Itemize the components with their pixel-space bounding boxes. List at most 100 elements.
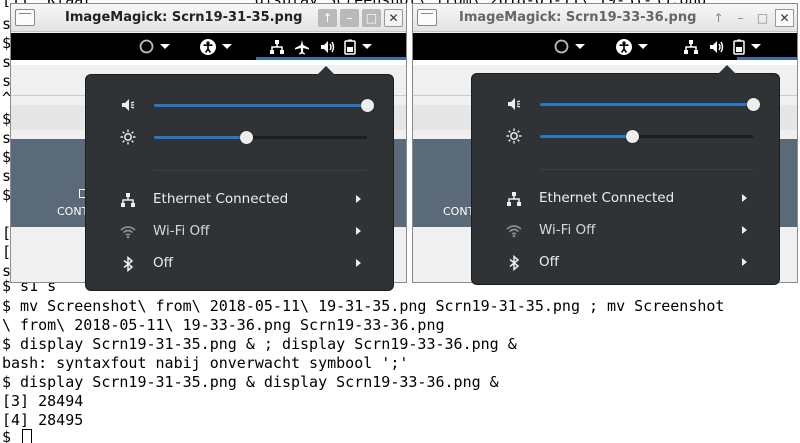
chevron-right-icon xyxy=(742,226,747,234)
power-status-indicator[interactable] xyxy=(139,38,170,55)
chevron-right-icon xyxy=(742,258,747,266)
window-title: ImageMagick: Scrn19-33-36.png xyxy=(459,10,697,25)
gnome-top-bar xyxy=(413,33,797,60)
menu-item-label: Off xyxy=(539,254,559,270)
terminal-line: [3] 28494 xyxy=(2,392,84,410)
chevron-right-icon xyxy=(356,259,361,267)
system-status-menu[interactable] xyxy=(683,38,761,55)
ethernet-icon xyxy=(121,193,135,207)
airplane-icon xyxy=(295,39,309,54)
menu-item-label: Wi-Fi Off xyxy=(539,222,596,238)
volume-slider[interactable] xyxy=(154,99,374,112)
brightness-slider-row xyxy=(472,126,779,146)
window-title: ImageMagick: Scrn19-31-35.png xyxy=(65,10,303,25)
chevron-down-icon xyxy=(362,44,372,49)
volume-slider-row xyxy=(86,95,393,115)
chevron-down-icon xyxy=(222,44,232,49)
menu-item-label: Ethernet Connected xyxy=(539,190,675,206)
menu-item-label: Ethernet Connected xyxy=(153,191,289,207)
menu-item-label: Off xyxy=(153,255,173,271)
popover-arrow xyxy=(718,65,736,74)
close-button[interactable]: ✕ xyxy=(384,9,403,27)
gnome-top-bar xyxy=(11,33,406,60)
volume-slider[interactable] xyxy=(540,98,760,111)
ethernet-icon xyxy=(684,39,698,54)
terminal-line: $ mv Screenshot\ from\ 2018-05-11\ 19-31… xyxy=(2,297,725,315)
terminal-line: \ from\ 2018-05-11\ 19-33-36.png Scrn19-… xyxy=(2,316,445,334)
terminal-prompt-line[interactable]: $ xyxy=(2,428,33,443)
ethernet-icon xyxy=(270,39,284,54)
volume-icon xyxy=(321,40,335,53)
volume-slider-fill xyxy=(154,104,367,107)
volume-icon xyxy=(122,99,135,111)
maximize-button[interactable]: □ xyxy=(753,9,772,27)
accessibility-icon xyxy=(200,38,216,55)
window-titlebar[interactable]: ImageMagick: Scrn19-33-36.png ↑ – □ ✕ xyxy=(413,4,797,32)
accessibility-menu[interactable] xyxy=(616,38,648,55)
brightness-icon xyxy=(120,129,136,145)
battery-icon xyxy=(344,39,356,55)
wifi-menu-item[interactable]: Wi-Fi Off xyxy=(472,216,779,244)
minimize-button[interactable]: – xyxy=(340,9,359,27)
volume-slider-handle[interactable] xyxy=(361,99,374,112)
popover-arrow xyxy=(317,66,335,75)
terminal-line: $ display Scrn19-31-35.png & ; display S… xyxy=(2,335,517,353)
ethernet-menu-item[interactable]: Ethernet Connected xyxy=(86,185,393,213)
window-menu-button[interactable] xyxy=(417,9,437,26)
wifi-menu-item[interactable]: Wi-Fi Off xyxy=(86,217,393,245)
window-menu-button[interactable] xyxy=(15,9,35,26)
power-status-indicator[interactable] xyxy=(554,38,585,55)
circle-icon xyxy=(554,39,569,54)
terminal-prompt: $ xyxy=(2,428,21,443)
brightness-slider-row xyxy=(86,127,393,147)
brightness-slider[interactable] xyxy=(154,131,367,144)
bluetooth-icon xyxy=(123,256,134,272)
chevron-right-icon xyxy=(356,227,361,235)
system-status-menu[interactable] xyxy=(269,38,372,55)
terminal-line: bash: syntaxfout nabij onverwacht symboo… xyxy=(2,354,409,372)
close-button[interactable]: ✕ xyxy=(775,9,794,27)
contact-label: CONT xyxy=(443,205,475,218)
brightness-slider-fill xyxy=(540,135,632,138)
wifi-icon xyxy=(120,226,136,239)
ethernet-icon xyxy=(507,192,521,206)
bluetooth-menu-item[interactable]: Off xyxy=(86,249,393,277)
brightness-slider-handle[interactable] xyxy=(625,130,639,143)
system-menu-popover-1: Ethernet Connected Wi-Fi Off Off xyxy=(86,66,393,290)
volume-slider-fill xyxy=(540,103,753,106)
terminal-line: $ display Scrn19-31-35.png & display Scr… xyxy=(2,373,499,391)
accessibility-icon xyxy=(616,38,632,55)
chevron-right-icon xyxy=(742,194,747,202)
bluetooth-menu-item[interactable]: Off xyxy=(472,248,779,276)
minimize-button[interactable]: – xyxy=(731,9,750,27)
brightness-slider[interactable] xyxy=(540,130,753,143)
contact-label: CONT xyxy=(57,205,89,218)
menu-separator xyxy=(154,170,367,171)
volume-slider-handle[interactable] xyxy=(747,98,760,111)
volume-icon xyxy=(710,40,724,53)
chevron-down-icon xyxy=(160,44,170,49)
volume-icon xyxy=(508,98,521,110)
brightness-slider-fill xyxy=(154,136,246,139)
system-menu-popover-2: Ethernet Connected Wi-Fi Off Off xyxy=(472,65,779,284)
terminal-cursor xyxy=(22,429,33,443)
menu-separator xyxy=(540,169,753,170)
circle-icon xyxy=(139,39,154,54)
wifi-icon xyxy=(506,225,522,238)
shade-button[interactable]: ↑ xyxy=(318,9,337,27)
menu-item-label: Wi-Fi Off xyxy=(153,223,210,239)
shade-button[interactable]: ↑ xyxy=(709,9,728,27)
ethernet-menu-item[interactable]: Ethernet Connected xyxy=(472,184,779,212)
chevron-down-icon xyxy=(751,44,761,49)
chevron-right-icon xyxy=(356,195,361,203)
chevron-down-icon xyxy=(638,44,648,49)
window-titlebar[interactable]: ImageMagick: Scrn19-31-35.png ↑ – □ ✕ xyxy=(11,4,406,32)
brightness-icon xyxy=(506,128,522,144)
bluetooth-icon xyxy=(509,255,520,271)
accessibility-menu[interactable] xyxy=(200,38,232,55)
maximize-button[interactable]: □ xyxy=(362,9,381,27)
volume-slider-row xyxy=(472,94,779,114)
brightness-slider-handle[interactable] xyxy=(239,131,253,144)
chevron-down-icon xyxy=(575,44,585,49)
battery-icon xyxy=(733,39,745,55)
